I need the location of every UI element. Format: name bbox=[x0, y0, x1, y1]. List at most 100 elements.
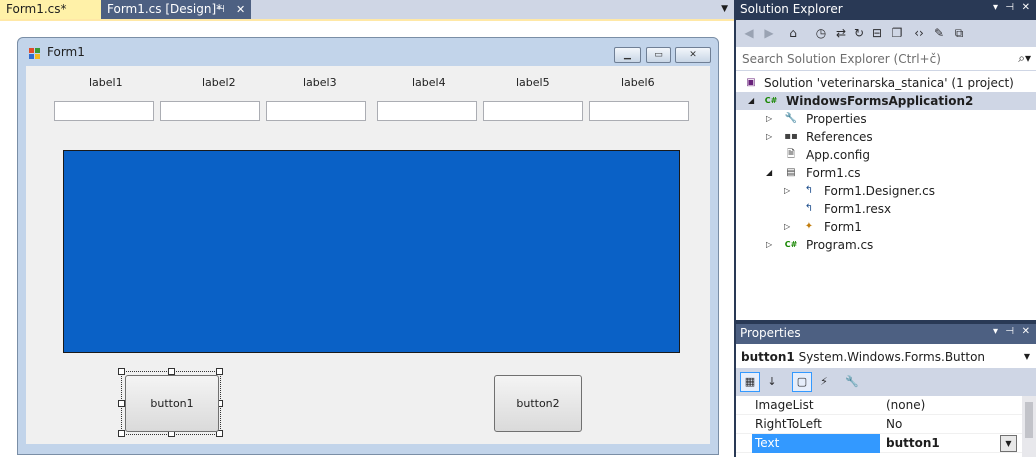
close-button[interactable]: ✕ bbox=[675, 47, 711, 63]
button2[interactable]: button2 bbox=[494, 375, 582, 432]
chevron-down-icon[interactable]: ▼ bbox=[1000, 435, 1017, 452]
tree-item-properties[interactable]: ▷ 🔧 Properties bbox=[736, 110, 1036, 128]
form-titlebar: Form1 ▁ ▭ ✕ bbox=[18, 38, 718, 66]
pin-icon[interactable]: ⊣ bbox=[1005, 326, 1014, 337]
chevron-down-icon[interactable]: ▼ bbox=[1024, 346, 1030, 368]
form-icon bbox=[29, 48, 40, 59]
property-value[interactable]: (none) bbox=[886, 396, 925, 415]
search-input[interactable]: Search Solution Explorer (Ctrl+č) bbox=[742, 52, 941, 66]
document-tab-strip: Form1.cs* Form1.cs [Design]* ⊣ ✕ ▼ bbox=[0, 0, 734, 19]
maximize-icon: ▭ bbox=[654, 50, 663, 60]
chevron-down-icon[interactable]: ▼ bbox=[721, 0, 728, 19]
form-window[interactable]: Form1 ▁ ▭ ✕ label1 label2 label3 label4 … bbox=[17, 37, 719, 455]
tab-form1-cs[interactable]: Form1.cs* bbox=[0, 0, 101, 19]
collapsed-arrow-icon[interactable]: ▷ bbox=[766, 128, 772, 146]
textbox3[interactable] bbox=[266, 101, 366, 121]
tree-item-form1-class[interactable]: ▷ ✦ Form1 bbox=[736, 218, 1036, 236]
close-icon[interactable]: ✕ bbox=[1022, 2, 1030, 13]
property-value[interactable]: button1 bbox=[886, 434, 940, 453]
categorized-icon[interactable]: ▦ bbox=[740, 372, 760, 392]
resx-file-icon: ↰ bbox=[804, 203, 814, 214]
tree-item-form1-cs[interactable]: ◢ ▤ Form1.cs bbox=[736, 164, 1036, 182]
property-row[interactable]: RightToLeft No bbox=[736, 415, 1036, 434]
form-client-area[interactable]: label1 label2 label3 label4 label5 label… bbox=[26, 66, 710, 444]
minimize-button[interactable]: ▁ bbox=[614, 47, 641, 63]
label3[interactable]: label3 bbox=[303, 76, 337, 89]
collapsed-arrow-icon[interactable]: ▷ bbox=[766, 236, 772, 254]
button1[interactable]: button1 bbox=[125, 375, 219, 432]
collapsed-arrow-icon[interactable]: ▷ bbox=[784, 182, 790, 200]
home-icon[interactable]: ⌂ bbox=[784, 24, 802, 42]
sync-icon[interactable]: ⇄ bbox=[832, 24, 850, 42]
textbox5[interactable] bbox=[483, 101, 583, 121]
collapse-all-icon[interactable]: ⊟ bbox=[868, 24, 886, 42]
maximize-button[interactable]: ▭ bbox=[646, 47, 671, 63]
tree-item-project[interactable]: ◢ C# WindowsFormsApplication2 bbox=[736, 92, 1036, 110]
back-icon[interactable]: ◀ bbox=[740, 24, 758, 42]
resize-handle[interactable] bbox=[118, 368, 125, 375]
tab-form1-design[interactable]: Form1.cs [Design]* bbox=[101, 0, 251, 19]
scrollbar[interactable] bbox=[1022, 396, 1036, 457]
tree-item-program-cs[interactable]: ▷ C# Program.cs bbox=[736, 236, 1036, 254]
dropdown-icon[interactable]: ▾ bbox=[993, 2, 998, 13]
expand-arrow-icon[interactable]: ◢ bbox=[748, 92, 754, 110]
wrench-icon: 🔧 bbox=[784, 113, 798, 124]
tree-item-label: App.config bbox=[806, 148, 870, 162]
blue-panel[interactable] bbox=[63, 150, 680, 353]
solution-explorer-search[interactable]: Search Solution Explorer (Ctrl+č) ⌕▾ bbox=[736, 47, 1036, 71]
label4[interactable]: label4 bbox=[412, 76, 446, 89]
textbox6[interactable] bbox=[589, 101, 689, 121]
textbox2[interactable] bbox=[160, 101, 260, 121]
label2[interactable]: label2 bbox=[202, 76, 236, 89]
refresh-icon[interactable]: ↻ bbox=[850, 24, 868, 42]
tree-item-label: Program.cs bbox=[806, 238, 874, 252]
tree-item-form1-resx[interactable]: ↰ Form1.resx bbox=[736, 200, 1036, 218]
label1[interactable]: label1 bbox=[89, 76, 123, 89]
resize-handle[interactable] bbox=[118, 400, 125, 407]
events-icon[interactable]: ⚡ bbox=[814, 372, 834, 392]
collapsed-arrow-icon[interactable]: ▷ bbox=[766, 110, 772, 128]
pin-icon[interactable]: ⊣ bbox=[1005, 2, 1014, 13]
view-designer-icon[interactable]: ⧉ bbox=[950, 24, 968, 42]
collapsed-arrow-icon[interactable]: ▷ bbox=[784, 218, 790, 236]
textbox4[interactable] bbox=[377, 101, 477, 121]
label6[interactable]: label6 bbox=[621, 76, 655, 89]
alphabetical-icon[interactable]: ↓ bbox=[762, 372, 782, 392]
csharp-project-icon: C# bbox=[764, 96, 778, 105]
search-icon[interactable]: ⌕▾ bbox=[1018, 51, 1031, 66]
dropdown-icon[interactable]: ▾ bbox=[993, 326, 998, 337]
properties-icon[interactable]: ▢ bbox=[792, 372, 812, 392]
property-pages-icon[interactable]: 🔧 bbox=[842, 372, 862, 392]
resize-handle[interactable] bbox=[168, 368, 175, 375]
scrollbar-thumb[interactable] bbox=[1025, 402, 1033, 438]
pin-icon[interactable]: ⊣ bbox=[216, 0, 225, 19]
config-icon: 🗎 bbox=[786, 149, 796, 160]
forward-icon[interactable]: ▶ bbox=[760, 24, 778, 42]
tree-item-solution[interactable]: ▣ Solution 'veterinarska_stanica' (1 pro… bbox=[736, 74, 1036, 92]
close-icon[interactable]: ✕ bbox=[1022, 326, 1030, 337]
object-selector[interactable]: button1 System.Windows.Forms.Button ▼ bbox=[736, 346, 1036, 368]
resize-handle[interactable] bbox=[118, 430, 125, 437]
pane-title: Solution Explorer bbox=[740, 2, 843, 16]
object-type: System.Windows.Forms.Button bbox=[798, 350, 986, 364]
resize-handle[interactable] bbox=[216, 368, 223, 375]
view-code-icon[interactable]: ‹› bbox=[910, 24, 928, 42]
tree-item-label: Form1 bbox=[824, 220, 862, 234]
property-row[interactable]: ImageList (none) bbox=[736, 396, 1036, 415]
expand-arrow-icon[interactable]: ◢ bbox=[766, 164, 772, 182]
tree-item-form1-designer[interactable]: ▷ ↰ Form1.Designer.cs bbox=[736, 182, 1036, 200]
history-icon[interactable]: ◷ bbox=[812, 24, 830, 42]
tree-item-app-config[interactable]: 🗎 App.config bbox=[736, 146, 1036, 164]
property-row-selected[interactable]: Text button1 ▼ bbox=[736, 434, 1036, 453]
textbox1[interactable] bbox=[54, 101, 154, 121]
close-icon[interactable]: ✕ bbox=[236, 0, 245, 19]
design-surface[interactable]: Form1 ▁ ▭ ✕ label1 label2 label3 label4 … bbox=[0, 19, 734, 457]
copy-icon[interactable]: ❐ bbox=[888, 24, 906, 42]
tree-item-references[interactable]: ▷ ▪▪ References bbox=[736, 128, 1036, 146]
properties-wrench-icon[interactable]: ✎ bbox=[930, 24, 948, 42]
object-name: button1 bbox=[741, 350, 795, 364]
label5[interactable]: label5 bbox=[516, 76, 550, 89]
csharp-file-icon: C# bbox=[784, 240, 798, 249]
property-value[interactable]: No bbox=[886, 415, 902, 434]
property-grid: ImageList (none) RightToLeft No Text but… bbox=[736, 396, 1036, 457]
